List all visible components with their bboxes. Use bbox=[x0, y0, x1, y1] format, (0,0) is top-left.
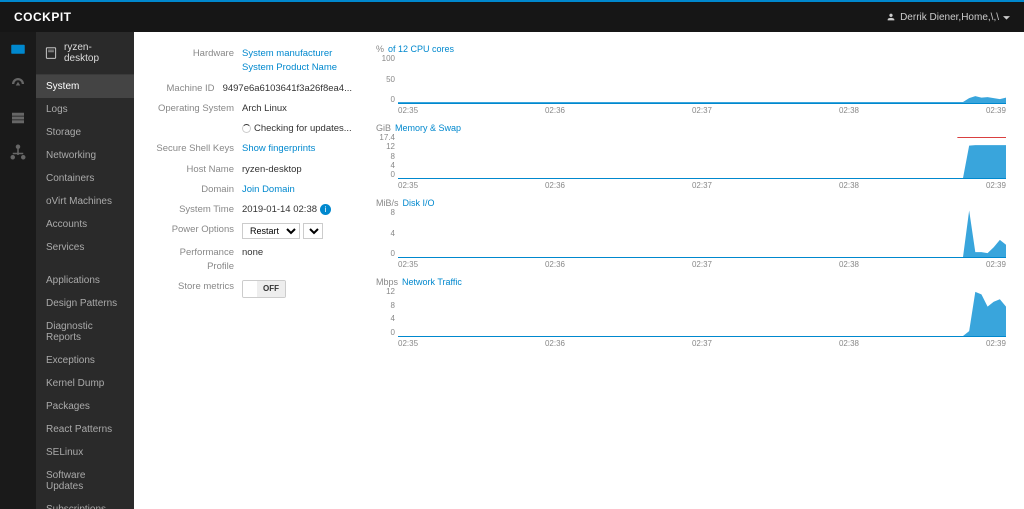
storage-icon[interactable] bbox=[8, 108, 28, 128]
chart-title[interactable]: Network Traffic bbox=[402, 277, 462, 287]
power-select[interactable]: Restart bbox=[242, 223, 300, 239]
sidebar-item-diagnostic-reports[interactable]: Diagnostic Reports bbox=[36, 315, 134, 349]
sidebar-item-ovirt-machines[interactable]: oVirt Machines bbox=[36, 190, 134, 213]
sidebar-item-system[interactable]: System bbox=[36, 75, 134, 98]
value-power: Restart bbox=[242, 223, 352, 239]
spinner-icon bbox=[242, 124, 251, 133]
value-domain[interactable]: Join Domain bbox=[242, 183, 352, 197]
chart-unit: GiB bbox=[376, 123, 391, 133]
chart-xaxis: 02:3502:3602:3702:3802:39 bbox=[376, 104, 1006, 115]
chart-mem: GiB Memory & Swap17.41284002:3502:3602:37… bbox=[376, 123, 1006, 190]
value-updates: Checking for updates... bbox=[242, 122, 352, 136]
chart-unit: MiB/s bbox=[376, 198, 399, 208]
user-icon bbox=[886, 12, 896, 22]
value-system-time: 2019-01-14 02:38i bbox=[242, 203, 352, 217]
sidebar-item-networking[interactable]: Networking bbox=[36, 144, 134, 167]
sidebar-item-applications[interactable]: Applications bbox=[36, 269, 134, 292]
network-icon[interactable] bbox=[8, 142, 28, 162]
label-profile: Performance Profile bbox=[152, 246, 242, 275]
sidebar-item-design-patterns[interactable]: Design Patterns bbox=[36, 292, 134, 315]
chart-yaxis: 17.412840 bbox=[376, 133, 398, 179]
label-power: Power Options bbox=[152, 223, 242, 239]
value-profile: none bbox=[242, 246, 352, 275]
chart-xaxis: 02:3502:3602:3702:3802:39 bbox=[376, 179, 1006, 190]
sidebar-item-react-patterns[interactable]: React Patterns bbox=[36, 418, 134, 441]
chart-xaxis: 02:3502:3602:3702:3802:39 bbox=[376, 258, 1006, 269]
sidebar-item-selinux[interactable]: SELinux bbox=[36, 441, 134, 464]
sidebar-item-containers[interactable]: Containers bbox=[36, 167, 134, 190]
system-details: HardwareSystem manufacturer System Produ… bbox=[152, 44, 352, 497]
sidebar-hostname: ryzen-desktop bbox=[64, 42, 126, 64]
chart-title[interactable]: Disk I/O bbox=[403, 198, 435, 208]
chart-yaxis: 840 bbox=[376, 208, 398, 258]
chart-cpu: % of 12 CPU cores10050002:3502:3602:3702:… bbox=[376, 44, 1006, 115]
label-domain: Domain bbox=[152, 183, 242, 197]
nav-rail bbox=[0, 32, 36, 509]
label-machine-id: Machine ID bbox=[152, 82, 223, 96]
brand: COCKPIT bbox=[14, 10, 72, 24]
label-ssh-keys: Secure Shell Keys bbox=[152, 142, 242, 156]
value-machine-id: 9497e6a6103641f3a26f8ea4... bbox=[223, 82, 352, 96]
user-menu[interactable]: Derrik Diener,Home,\,\ bbox=[886, 12, 1010, 23]
sidebar: ryzen-desktop SystemLogsStorageNetworkin… bbox=[36, 32, 134, 509]
value-os: Arch Linux bbox=[242, 102, 352, 116]
chevron-down-icon bbox=[1003, 14, 1010, 21]
sidebar-item-subscriptions[interactable]: Subscriptions bbox=[36, 498, 134, 509]
label-system-time: System Time bbox=[152, 203, 242, 217]
chart-unit: % bbox=[376, 44, 384, 54]
charts: %of 12 CPU cores10050002:3502:3602:3702:… bbox=[376, 44, 1006, 497]
chart-plot[interactable] bbox=[398, 287, 1006, 337]
chart-unit: Mbps bbox=[376, 277, 398, 287]
chart-plot[interactable] bbox=[398, 208, 1006, 258]
sidebar-item-accounts[interactable]: Accounts bbox=[36, 213, 134, 236]
value-ssh-keys[interactable]: Show fingerprints bbox=[242, 142, 352, 156]
topbar: COCKPIT Derrik Diener,Home,\,\ bbox=[0, 0, 1024, 32]
chart-header: Mbps Network Traffic bbox=[376, 277, 1006, 287]
chart-plot[interactable] bbox=[398, 54, 1006, 104]
chart-header: MiB/s Disk I/O bbox=[376, 198, 1006, 208]
chart-net: Mbps Network Traffic 1284002:3502:3602:370… bbox=[376, 277, 1006, 348]
sidebar-item-kernel-dump[interactable]: Kernel Dump bbox=[36, 372, 134, 395]
chart-yaxis: 12840 bbox=[376, 287, 398, 337]
label-hostname: Host Name bbox=[152, 163, 242, 177]
server-icon bbox=[44, 46, 58, 60]
power-action[interactable] bbox=[303, 223, 323, 239]
info-icon[interactable]: i bbox=[320, 204, 331, 215]
sidebar-item-storage[interactable]: Storage bbox=[36, 121, 134, 144]
value-hardware[interactable]: System manufacturer System Product Name bbox=[242, 47, 352, 76]
chart-title[interactable]: of 12 CPU cores bbox=[388, 44, 454, 54]
value-hostname: ryzen-desktop bbox=[242, 163, 352, 177]
sidebar-host[interactable]: ryzen-desktop bbox=[36, 32, 134, 75]
chart-yaxis: 100500 bbox=[376, 54, 398, 104]
chart-title[interactable]: Memory & Swap bbox=[395, 123, 461, 133]
chart-xaxis: 02:3502:3602:3702:3802:39 bbox=[376, 337, 1006, 348]
sidebar-item-logs[interactable]: Logs bbox=[36, 98, 134, 121]
metrics-toggle[interactable]: OFF bbox=[242, 280, 286, 298]
sidebar-item-packages[interactable]: Packages bbox=[36, 395, 134, 418]
content: HardwareSystem manufacturer System Produ… bbox=[134, 32, 1024, 509]
dashboard-icon[interactable] bbox=[8, 40, 28, 60]
sidebar-item-software-updates[interactable]: Software Updates bbox=[36, 464, 134, 498]
meter-icon[interactable] bbox=[8, 74, 28, 94]
label-hardware: Hardware bbox=[152, 47, 242, 76]
chart-disk: MiB/s Disk I/O 84002:3502:3602:3702:3802:3… bbox=[376, 198, 1006, 269]
chart-header: % of 12 CPU cores bbox=[376, 44, 1006, 54]
label-metrics: Store metrics bbox=[152, 280, 242, 298]
label-os: Operating System bbox=[152, 102, 242, 116]
sidebar-item-exceptions[interactable]: Exceptions bbox=[36, 349, 134, 372]
chart-header: GiB Memory & Swap bbox=[376, 123, 1006, 133]
chart-plot[interactable] bbox=[398, 133, 1006, 179]
sidebar-item-services[interactable]: Services bbox=[36, 236, 134, 259]
